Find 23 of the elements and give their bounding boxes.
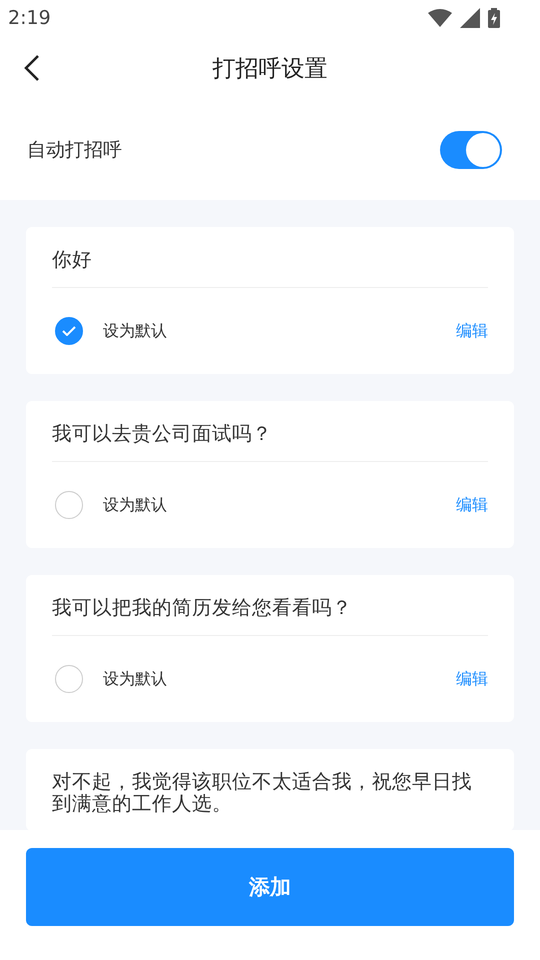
- back-icon[interactable]: [24, 54, 40, 82]
- greeting-text: 你好: [52, 247, 93, 273]
- radio-button[interactable]: [55, 491, 83, 519]
- edit-link[interactable]: 编辑: [456, 320, 488, 342]
- default-label: 设为默认: [103, 320, 168, 342]
- greeting-text: 对不起，我觉得该职位不太适合我，祝您早日找到满意的工作人选。: [52, 769, 473, 817]
- check-icon: [62, 326, 76, 336]
- greeting-text: 我可以把我的简历发给您看看吗？: [52, 595, 353, 621]
- add-button[interactable]: 添加: [26, 848, 514, 926]
- radio-button[interactable]: [55, 665, 83, 693]
- status-time: 2:19: [8, 7, 51, 29]
- setting-label: 自动打招呼: [27, 138, 122, 163]
- battery-icon: [488, 8, 500, 28]
- wifi-icon: [428, 9, 452, 27]
- default-label: 设为默认: [103, 668, 168, 690]
- page-title: 打招呼设置: [212, 54, 328, 84]
- default-label: 设为默认: [103, 494, 168, 516]
- toggle-switch[interactable]: [440, 131, 502, 169]
- edit-link[interactable]: 编辑: [456, 668, 488, 690]
- signal-icon: [460, 8, 480, 28]
- edit-link[interactable]: 编辑: [456, 494, 488, 516]
- radio-button[interactable]: [55, 317, 83, 345]
- greeting-text: 我可以去贵公司面试吗？: [52, 421, 273, 447]
